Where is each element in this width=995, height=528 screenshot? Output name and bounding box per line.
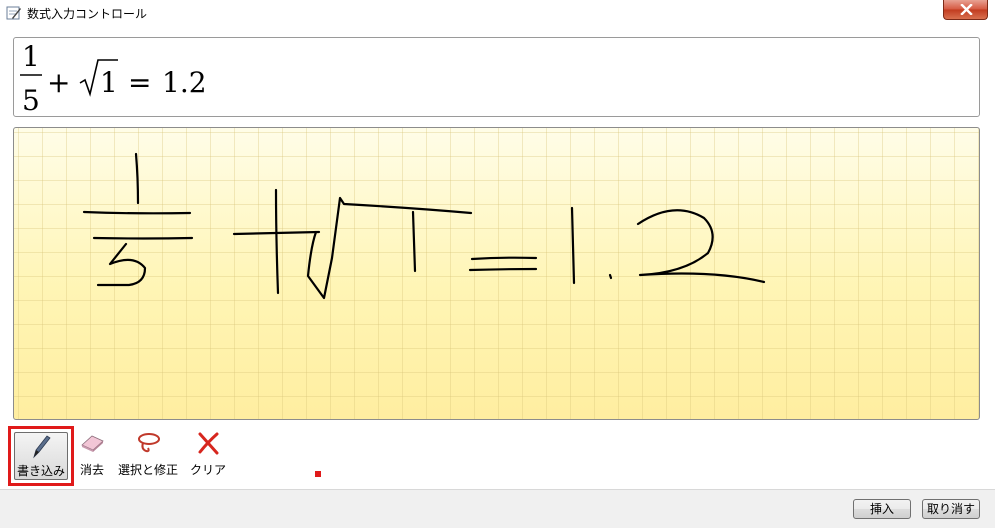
erase-tool-button[interactable]: 消去 [72,425,112,485]
preview-radicand: 1 [100,66,118,99]
ink-stroke [274,188,280,295]
window-title: 数式入力コントロール [27,7,148,21]
close-icon [960,4,973,15]
clear-x-icon [198,432,219,455]
ink-stroke [608,273,613,280]
ink-stroke [82,210,192,215]
ink-strokes [82,152,766,300]
erase-tool-label: 消去 [79,463,104,477]
ink-stroke [96,242,147,287]
preview-result: 1.2 [162,66,207,99]
ink-stroke [92,236,194,240]
write-tool-button[interactable]: 書き込み [8,426,74,486]
select-correct-tool-label: 選択と修正 [117,463,178,477]
ink-stroke [636,209,766,284]
preview-denominator: 5 [22,84,40,117]
ink-toolbar: 書き込み 消去 選択と修正 クリア [0,425,995,489]
pen-icon [33,435,51,459]
formula-preview: 1 5 + 1 = 1.2 [13,37,980,117]
ink-stroke [134,152,140,205]
eraser-icon [81,435,104,452]
preview-numerator: 1 [22,40,40,73]
write-tool-label: 書き込み [16,464,65,478]
title-bar: 数式入力コントロール [0,0,995,28]
preview-equals: = [128,66,151,99]
annotation-marker [315,471,321,477]
cancel-button[interactable]: 取り消す [922,499,980,519]
math-input-icon [6,6,21,20]
preview-plus: + [47,66,70,99]
close-button[interactable] [943,0,988,20]
handwriting-canvas[interactable] [13,127,980,420]
ink-stroke [470,256,538,261]
dialog-footer: 挿入 取り消す [0,489,995,528]
ink-stroke [411,210,417,273]
clear-tool-label: クリア [189,463,226,477]
ink-stroke [306,196,473,300]
clear-tool-button[interactable]: クリア [184,425,232,485]
ink-stroke [468,267,538,272]
select-correct-tool-button[interactable]: 選択と修正 [113,425,183,485]
insert-button[interactable]: 挿入 [853,499,911,519]
lasso-icon [138,433,160,453]
ink-stroke [570,206,576,285]
